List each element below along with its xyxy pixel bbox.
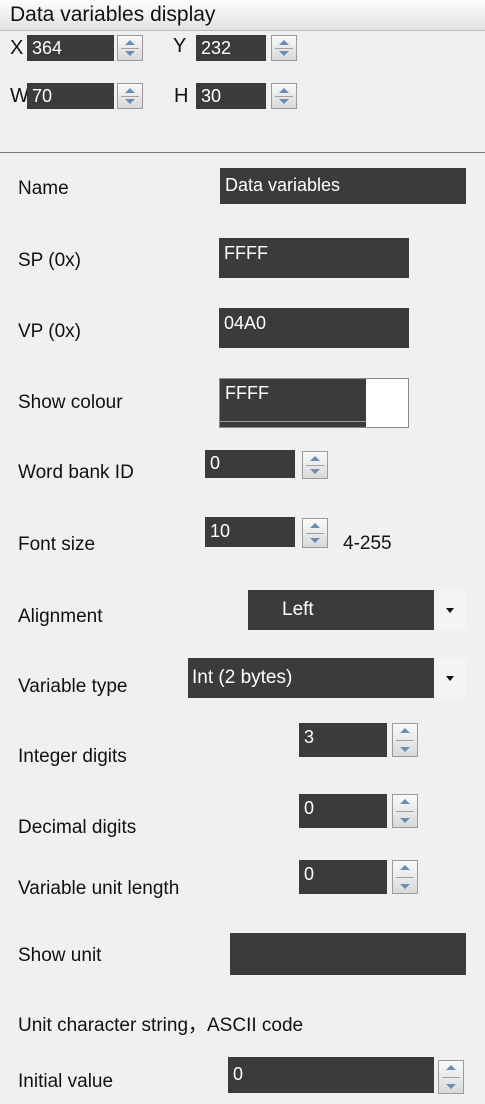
- variable-unit-length-spinner-icon[interactable]: [392, 860, 418, 894]
- x-label: X: [10, 37, 24, 59]
- font-size-range: 4-255: [343, 533, 392, 554]
- unit-note: Unit character string，ASCII code: [18, 1015, 304, 1036]
- h-label: H: [174, 85, 189, 107]
- y-input[interactable]: 232: [196, 35, 266, 61]
- word-bank-id-input[interactable]: 0: [205, 450, 295, 478]
- x-input[interactable]: 364: [27, 35, 114, 61]
- decimal-digits-spinner-icon[interactable]: [392, 794, 418, 828]
- w-input[interactable]: 70: [27, 83, 114, 109]
- integer-digits-label: Integer digits: [18, 746, 127, 767]
- colour-picker[interactable]: FFFF: [219, 378, 409, 428]
- panel-title-bar: Data variables display: [0, 0, 485, 31]
- variable-type-value: Int (2 bytes): [192, 667, 293, 688]
- h-input[interactable]: 30: [196, 83, 266, 109]
- alignment-value: Left: [282, 599, 314, 620]
- y-spinner-icon[interactable]: [271, 35, 297, 61]
- initial-value-spinner-icon[interactable]: [438, 1060, 464, 1094]
- variable-unit-length-input[interactable]: 0: [299, 860, 387, 894]
- decimal-digits-input[interactable]: 0: [299, 794, 387, 828]
- variable-unit-length-label: Variable unit length: [18, 878, 180, 899]
- h-spinner-icon[interactable]: [271, 83, 297, 109]
- alignment-label: Alignment: [18, 606, 103, 627]
- word-bank-id-label: Word bank ID: [18, 462, 134, 483]
- colour-underline: [220, 421, 366, 422]
- panel-title: Data variables display: [10, 3, 216, 26]
- font-size-label: Font size: [18, 534, 96, 555]
- name-label: Name: [18, 178, 69, 199]
- y-label: Y: [173, 35, 187, 57]
- alignment-dropdown[interactable]: Left: [248, 590, 466, 630]
- sp-input[interactable]: FFFF: [219, 238, 409, 278]
- variable-type-dropdown[interactable]: Int (2 bytes): [188, 658, 466, 698]
- name-input[interactable]: Data variables: [220, 168, 466, 204]
- vp-label: VP (0x): [18, 321, 82, 342]
- decimal-digits-label: Decimal digits: [18, 817, 137, 838]
- word-bank-id-spinner-icon[interactable]: [302, 451, 328, 479]
- initial-value-label: Initial value: [18, 1071, 114, 1092]
- vp-input[interactable]: 04A0: [219, 308, 409, 348]
- show-colour-label: Show colour: [18, 392, 123, 413]
- dropdown-arrow-icon[interactable]: [434, 590, 466, 630]
- x-spinner-icon[interactable]: [117, 35, 143, 61]
- font-size-spinner-icon[interactable]: [302, 518, 328, 548]
- dropdown-arrow-icon[interactable]: [434, 658, 466, 698]
- section-divider: [0, 152, 485, 153]
- sp-label: SP (0x): [18, 250, 82, 271]
- colour-value: FFFF: [220, 379, 366, 427]
- integer-digits-input[interactable]: 3: [299, 723, 387, 757]
- show-unit-input[interactable]: [230, 933, 466, 975]
- font-size-input[interactable]: 10: [205, 517, 295, 547]
- integer-digits-spinner-icon[interactable]: [392, 723, 418, 757]
- initial-value-input[interactable]: 0: [228, 1057, 434, 1093]
- w-spinner-icon[interactable]: [117, 83, 143, 109]
- variable-type-label: Variable type: [18, 676, 128, 697]
- show-unit-label: Show unit: [18, 945, 102, 966]
